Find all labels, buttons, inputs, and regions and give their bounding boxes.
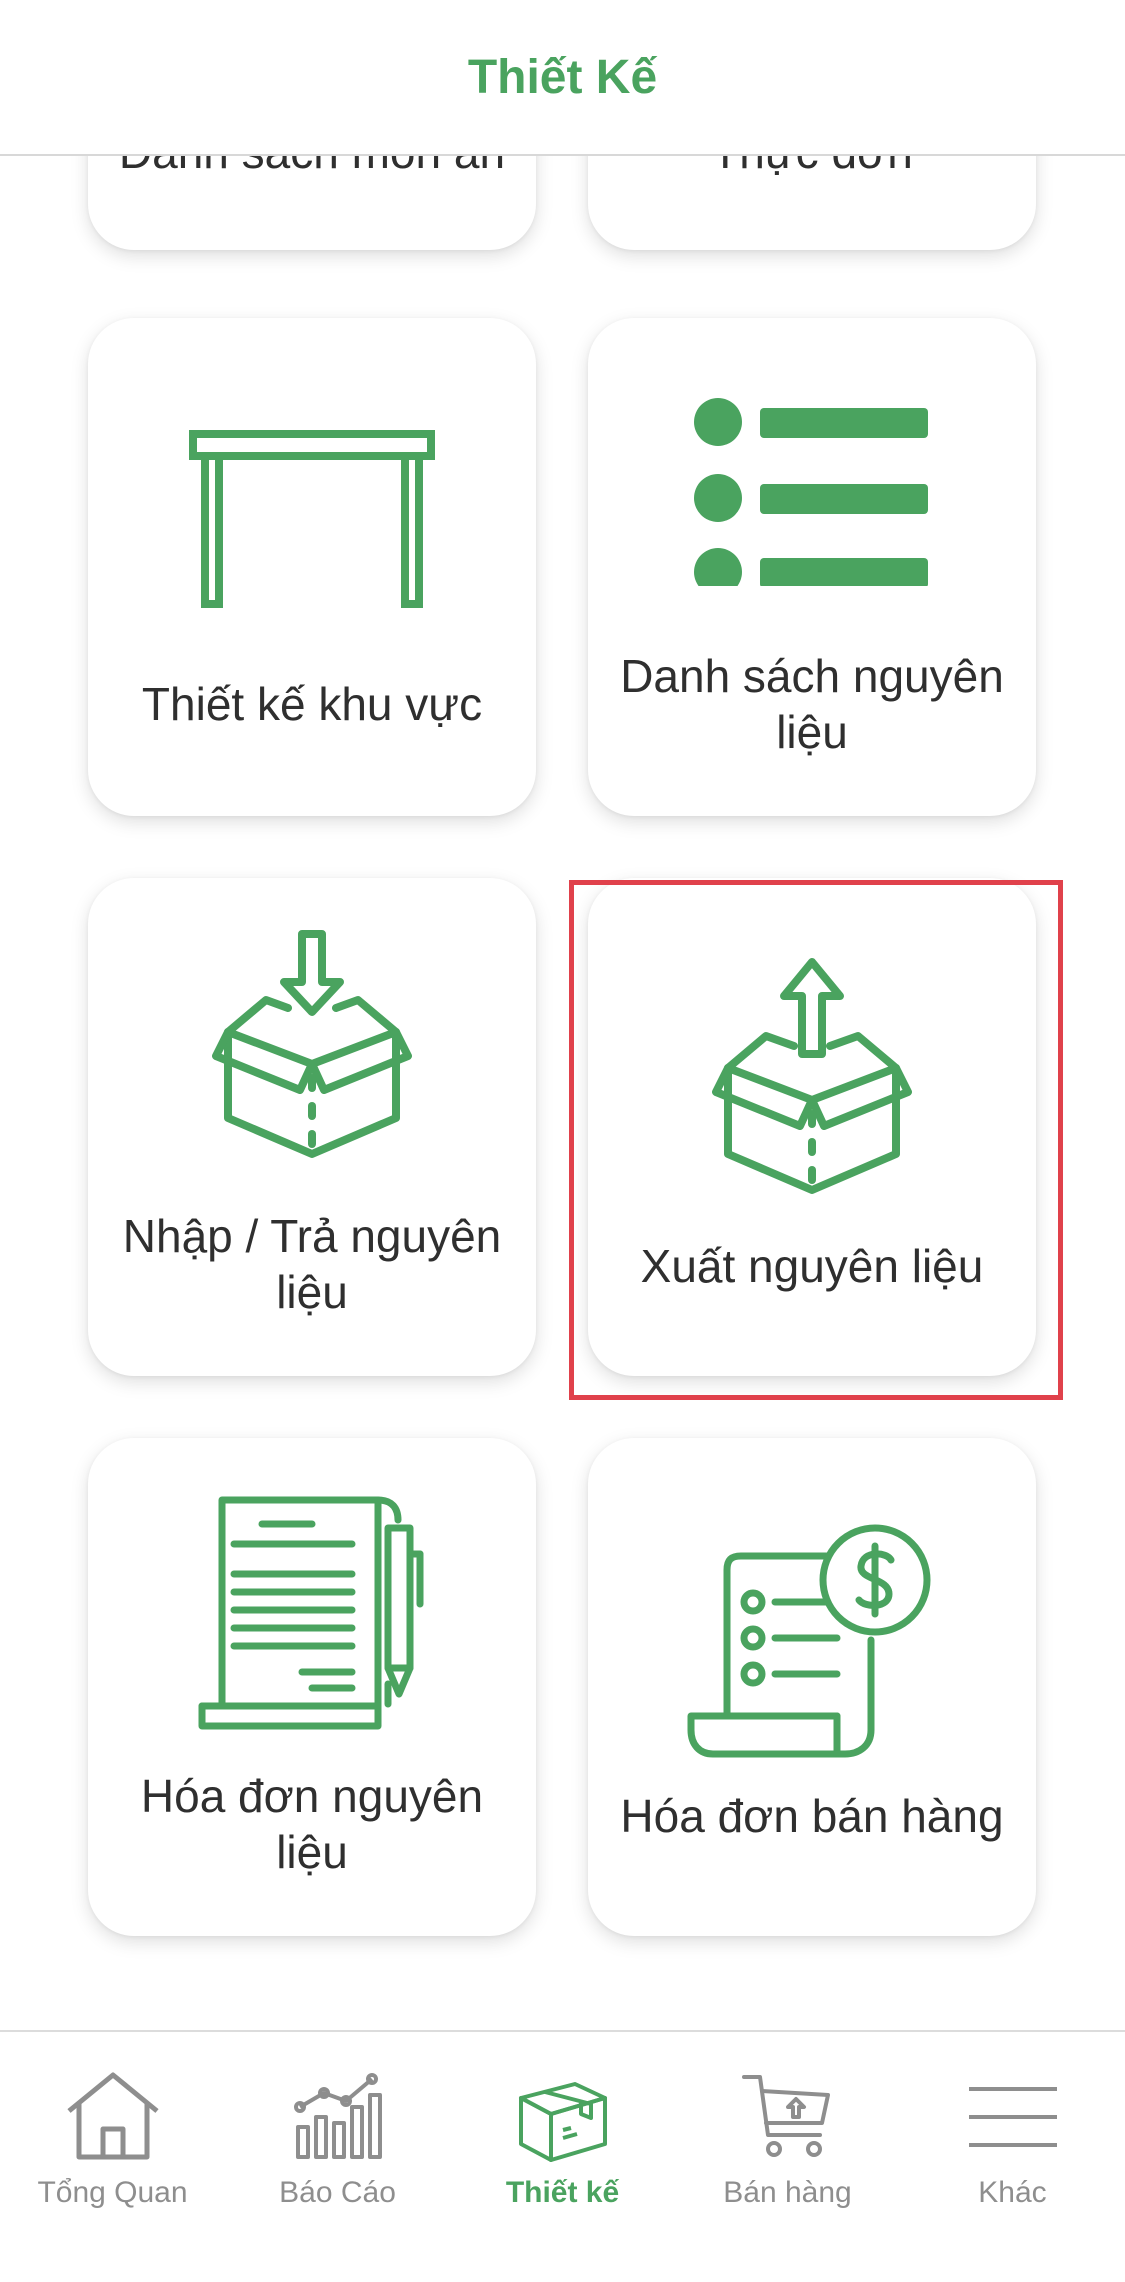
tab-more[interactable]: Khác (900, 2032, 1125, 2232)
home-icon (65, 2066, 161, 2166)
card-ingredient-list[interactable]: Danh sách nguyên liệu (588, 318, 1036, 816)
feature-grid: Danh sách món ăn Thực đơn Thiết kế khu v… (0, 0, 1125, 2030)
tab-overview[interactable]: Tổng Quan (0, 2032, 225, 2232)
card-area-design[interactable]: Thiết kế khu vực (88, 318, 536, 816)
chart-icon (290, 2066, 386, 2166)
card-label: Xuất nguyên liệu (640, 1240, 984, 1292)
hamburger-icon (965, 2066, 1061, 2166)
tab-label: Tổng Quan (37, 2176, 188, 2209)
box-out-icon (588, 956, 1036, 1206)
tab-label: Thiết kế (505, 2176, 620, 2209)
page-title: Thiết Kế (467, 50, 658, 104)
tab-design[interactable]: Thiết kế (450, 2032, 675, 2232)
card-label: Hóa đơn nguyên liệu (140, 1770, 484, 1878)
card-label: Nhập / Trả nguyên liệu (122, 1210, 502, 1318)
card-ingredient-invoice[interactable]: Hóa đơn nguyên liệu (88, 1438, 536, 1936)
tab-sales[interactable]: Bán hàng (675, 2032, 900, 2232)
card-import-return[interactable]: Nhập / Trả nguyên liệu (88, 878, 536, 1376)
top-bar: Thiết Kế (0, 0, 1125, 156)
tab-label: Khác (978, 2176, 1047, 2209)
document-pen-icon (88, 1494, 536, 1734)
card-label: Hóa đơn bán hàng (620, 1790, 1004, 1842)
card-sales-invoice[interactable]: Hóa đơn bán hàng (588, 1438, 1036, 1936)
tab-label: Báo Cáo (279, 2176, 396, 2209)
tab-label: Bán hàng (723, 2176, 852, 2209)
cart-icon (740, 2066, 836, 2166)
card-label: Danh sách nguyên liệu (620, 650, 1004, 758)
card-label: Thiết kế khu vực (141, 678, 483, 730)
list-icon (588, 386, 1036, 586)
bottom-tab-bar: Tổng Quan Báo Cáo Thiết kế Bán hàng Khác (0, 2030, 1125, 2282)
card-export[interactable]: Xuất nguyên liệu (588, 878, 1036, 1376)
tab-reports[interactable]: Báo Cáo (225, 2032, 450, 2232)
box-in-icon (88, 928, 536, 1178)
receipt-dollar-icon (588, 1520, 1036, 1760)
table-icon (88, 428, 536, 608)
box-icon (515, 2066, 611, 2166)
